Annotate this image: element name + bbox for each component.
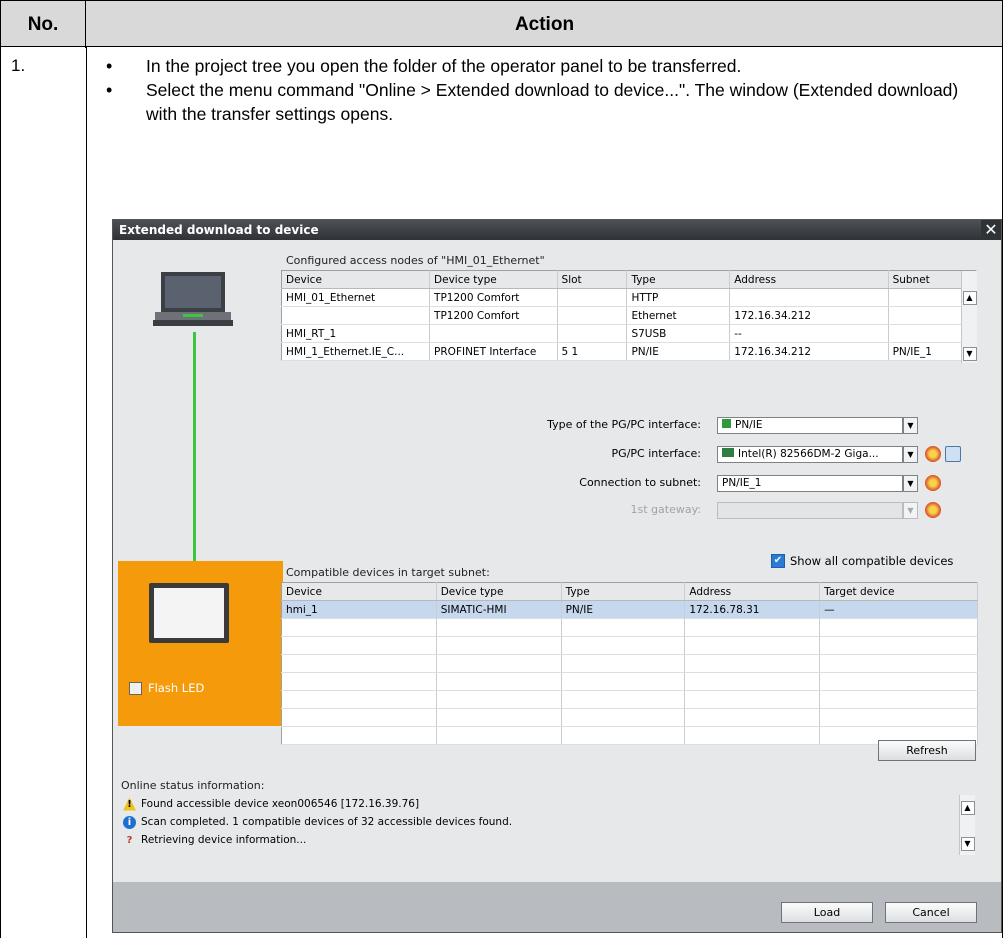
col-slot[interactable]: Slot: [557, 270, 628, 289]
configured-scrollbar[interactable]: ▲ ▼: [961, 271, 977, 363]
show-all-checkbox[interactable]: ✔: [771, 554, 785, 568]
extended-download-dialog: Extended download to device ✕ Flash LED …: [112, 219, 1002, 933]
close-icon[interactable]: ✕: [981, 220, 1001, 240]
list-item: ? Retrieving device information...: [121, 831, 981, 849]
warning-icon: !: [123, 797, 136, 811]
target-device-panel: Flash LED: [118, 561, 283, 726]
table-row[interactable]: hmi_1 SIMATIC-HMI PN/IE 172.16.78.31—: [281, 600, 978, 619]
pgpc-type-label: Type of the PG/PC interface:: [547, 418, 701, 431]
refresh-button[interactable]: Refresh: [878, 740, 976, 761]
step-number: 1.: [11, 56, 26, 75]
diagnostics-icon[interactable]: [945, 446, 961, 462]
scroll-up-icon[interactable]: ▲: [962, 291, 977, 305]
configured-nodes-table: Device Device type Slot Type Address Sub…: [281, 270, 978, 361]
header-action: Action: [514, 13, 575, 35]
scroll-down-icon[interactable]: ▼: [962, 347, 977, 361]
table-row[interactable]: HMI_1_Ethernet.IE_C... PROFINET Interface…: [281, 342, 978, 361]
col-device-type[interactable]: Device type: [436, 582, 562, 601]
properties-icon[interactable]: [925, 446, 941, 462]
table-row: [281, 690, 978, 709]
flash-led-checkbox[interactable]: [129, 681, 142, 695]
compatible-caption: Compatible devices in target subnet:: [286, 566, 490, 579]
table-row[interactable]: TP1200 Comfort Ethernet 172.16.34.212: [281, 306, 978, 325]
show-all-option[interactable]: ✔ Show all compatible devices: [771, 554, 953, 568]
chevron-down-icon[interactable]: ▼: [903, 502, 918, 519]
col-device-type[interactable]: Device type: [429, 270, 558, 289]
header-no: No.: [1, 1, 86, 48]
gateway-label: 1st gateway:: [630, 503, 702, 516]
properties-icon[interactable]: [925, 502, 941, 518]
status-list: ! Found accessible device xeon006546 [17…: [121, 795, 981, 855]
compatible-devices-table: Device Device type Type Address Target d…: [281, 582, 978, 745]
instruction-list: In the project tree you open the folder …: [106, 54, 986, 126]
dialog-title: Extended download to device: [113, 220, 1001, 240]
list-item: ! Found accessible device xeon006546 [17…: [121, 795, 981, 813]
list-item: i Scan completed. 1 compatible devices o…: [121, 813, 981, 831]
table-row: [281, 672, 978, 691]
chevron-down-icon[interactable]: ▼: [903, 417, 918, 434]
properties-icon[interactable]: [925, 475, 941, 491]
chevron-down-icon[interactable]: ▼: [903, 446, 918, 463]
flash-led-label: Flash LED: [148, 681, 205, 695]
show-all-label: Show all compatible devices: [790, 554, 954, 568]
pgpc-interface-label: PG/PC interface:: [611, 447, 701, 460]
table-row: [281, 654, 978, 673]
table-row[interactable]: HMI_RT_1 S7USB --: [281, 324, 978, 343]
instruction-item: Select the menu command "Online > Extend…: [106, 78, 986, 126]
table-row: [281, 636, 978, 655]
status-caption: Online status information:: [121, 779, 265, 792]
col-target-device[interactable]: Target device: [819, 582, 978, 601]
pgpc-type-select[interactable]: PN/IE: [717, 417, 903, 434]
col-type[interactable]: Type: [561, 582, 686, 601]
instruction-item: In the project tree you open the folder …: [106, 54, 986, 78]
network-icon: [722, 419, 731, 428]
col-device[interactable]: Device: [281, 270, 431, 289]
dialog-footer: Load Cancel: [113, 882, 1001, 932]
table-header: No. Action: [0, 0, 1003, 48]
table-row: [281, 726, 978, 745]
flash-led-option[interactable]: Flash LED: [129, 681, 204, 695]
subnet-select[interactable]: PN/IE_1: [717, 475, 903, 492]
col-type[interactable]: Type: [626, 270, 731, 289]
subnet-label: Connection to subnet:: [579, 476, 701, 489]
configured-caption: Configured access nodes of "HMI_01_Ether…: [286, 254, 545, 267]
pc-icon: [153, 272, 233, 326]
dialog-body: Flash LED Configured access nodes of "HM…: [113, 240, 1001, 882]
hmi-panel-icon: [149, 583, 229, 643]
connection-line: [193, 332, 196, 562]
table-row: [281, 708, 978, 727]
gateway-select[interactable]: [717, 502, 903, 519]
cancel-button[interactable]: Cancel: [885, 902, 977, 923]
pgpc-interface-select[interactable]: Intel(R) 82566DM-2 Giga...: [717, 446, 903, 463]
status-scrollbar[interactable]: ▲ ▼: [959, 795, 975, 855]
table-row: [281, 618, 978, 637]
retrieving-icon: ?: [126, 834, 133, 846]
table-row[interactable]: HMI_01_Ethernet TP1200 Comfort HTTP: [281, 288, 978, 307]
column-divider: [86, 46, 87, 938]
info-icon: i: [123, 815, 136, 829]
scroll-up-icon[interactable]: ▲: [960, 801, 975, 815]
load-button[interactable]: Load: [781, 902, 873, 923]
col-address[interactable]: Address: [684, 582, 821, 601]
col-address[interactable]: Address: [729, 270, 889, 289]
scroll-down-icon[interactable]: ▼: [960, 837, 975, 851]
nic-icon: [722, 448, 734, 457]
chevron-down-icon[interactable]: ▼: [903, 475, 918, 492]
col-device[interactable]: Device: [281, 582, 437, 601]
